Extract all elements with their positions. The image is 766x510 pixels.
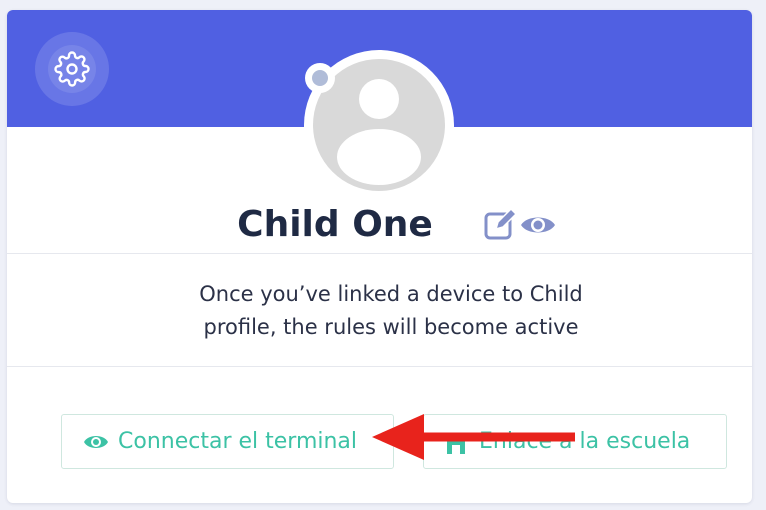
school-link-label: Enlace a la escuela [479, 429, 691, 454]
eye-icon[interactable] [519, 212, 557, 238]
divider-top [7, 253, 752, 254]
school-icon [447, 436, 465, 454]
edit-icon[interactable] [483, 207, 517, 241]
link-device-message: Once you’ve linked a device to Child pro… [147, 278, 635, 344]
eye-icon [84, 436, 108, 448]
connect-terminal-label: Connectar el terminal [118, 429, 358, 454]
message-line-2: profile, the rules will become active [203, 315, 579, 339]
avatar-head-shape [359, 79, 399, 119]
profile-card: Child One Once you’ve linked a device to… [7, 10, 752, 503]
status-indicator [305, 63, 335, 93]
school-link-button[interactable]: Enlace a la escuela [423, 414, 727, 469]
avatar-body-shape [337, 129, 421, 185]
settings-button[interactable] [35, 32, 109, 106]
gear-icon [54, 51, 90, 87]
profile-name: Child One [237, 204, 433, 245]
status-dot [312, 70, 328, 86]
message-line-1: Once you’ve linked a device to Child [199, 282, 583, 306]
connect-terminal-button[interactable]: Connectar el terminal [61, 414, 394, 469]
divider-bottom [7, 366, 752, 367]
